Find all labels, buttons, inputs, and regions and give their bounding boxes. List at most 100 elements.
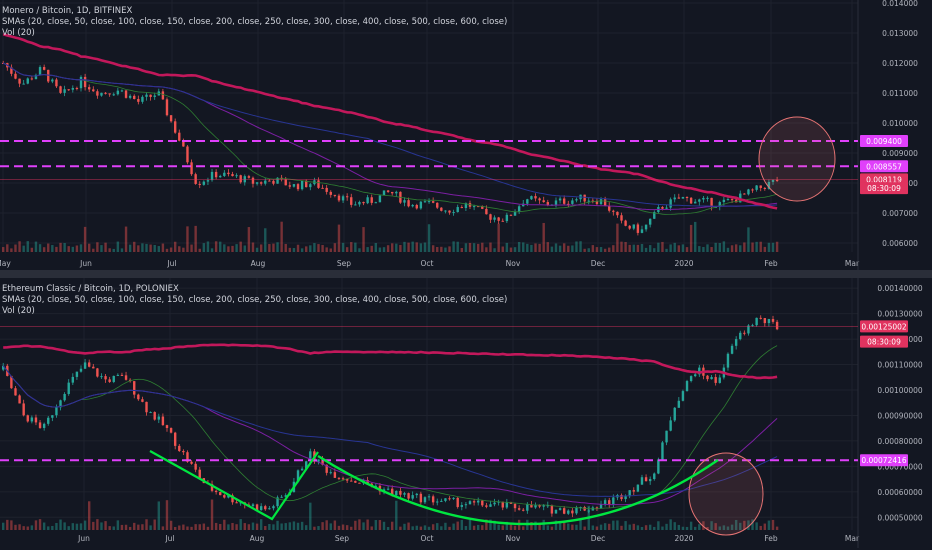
top-candle-body (743, 193, 746, 195)
top-candle-body (300, 180, 304, 190)
top-volume-bar (313, 243, 316, 252)
top-volume-bar (382, 247, 386, 252)
top-price-tag-label: 08:30:09 (867, 184, 901, 193)
bottom-volume-bar (386, 526, 390, 530)
bottom-volume-bar (317, 526, 320, 530)
top-volume-bar (251, 242, 255, 252)
bottom-candle-body (235, 502, 238, 504)
bottom-volume-bar (771, 519, 775, 530)
bottom-volume-bar (10, 520, 13, 530)
bottom-candle-body (534, 505, 537, 508)
top-candle-body (198, 183, 201, 185)
top-candle-body (165, 99, 169, 116)
bottom-volume-bar (431, 524, 435, 530)
bottom-candle-body (558, 508, 562, 510)
bottom-candle-body (661, 442, 664, 460)
top-volume-bar (632, 244, 635, 252)
top-volume-bar (534, 243, 537, 252)
top-candle-body (669, 199, 672, 208)
bottom-volume-bar (223, 519, 226, 530)
top-x-tick-label: Oct (421, 259, 434, 268)
bottom-volume-bar (440, 526, 443, 530)
top-volume-bar (292, 248, 296, 252)
top-volume-bar (149, 244, 152, 252)
bottom-volume-bar (161, 526, 165, 530)
top-candle-body (366, 197, 369, 204)
bottom-volume-bar (14, 524, 17, 530)
top-volume-bar (341, 242, 345, 252)
top-candle-body (595, 201, 599, 205)
top-volume-bar (112, 248, 115, 252)
bottom-candle-body (395, 490, 398, 496)
bottom-volume-bar (411, 526, 414, 530)
bottom-volume-bar (255, 523, 259, 530)
top-candle-body (202, 181, 206, 185)
top-volume-bar (497, 223, 500, 252)
charts-canvas[interactable]: 0.0060000.0070000.0080000.0090000.010000… (0, 0, 932, 550)
bottom-y-tick-label: 0.00100000 (877, 386, 923, 395)
bottom-candle-body (726, 353, 730, 368)
bottom-volume-bar (366, 519, 369, 530)
top-candle-body (395, 191, 398, 194)
top-candle-body (517, 206, 521, 212)
bottom-candle-body (161, 416, 165, 426)
bottom-volume-bar (153, 519, 156, 530)
bottom-candle-body (669, 420, 672, 431)
top-candle-body (530, 196, 533, 200)
bottom-volume-bar (71, 523, 75, 530)
top-volume-bar (182, 247, 185, 252)
bottom-volume-bar (309, 502, 312, 530)
top-candle-body (161, 91, 165, 100)
top-volume-bar (210, 248, 214, 252)
top-volume-bar (202, 243, 206, 252)
top-volume-bar (235, 244, 238, 252)
bottom-candle-body (763, 318, 767, 324)
bottom-candle-body (300, 468, 304, 471)
tradingview-layout: 0.0060000.0070000.0080000.0090000.010000… (0, 0, 932, 550)
bottom-candle-body (92, 366, 95, 369)
top-candle-body (759, 185, 762, 188)
top-volume-bar (751, 242, 754, 252)
top-volume-bar (321, 245, 324, 252)
bottom-candle-body (399, 490, 402, 495)
top-volume-bar (706, 244, 709, 252)
bottom-highlight-circle (688, 452, 764, 536)
top-volume-bar (538, 243, 541, 252)
top-volume-bar (763, 246, 767, 252)
bottom-volume-bar (648, 524, 652, 530)
top-candle-body (562, 198, 566, 204)
top-volume-bar (30, 247, 34, 252)
bottom-volume-bar (399, 526, 402, 530)
bottom-volume-bar (378, 520, 382, 530)
top-volume-bar (268, 244, 271, 252)
bottom-candle-body (481, 500, 484, 506)
bottom-volume-bar (759, 525, 762, 530)
bottom-candle-body (440, 500, 443, 502)
bottom-volume-bar (83, 520, 87, 530)
bottom-volume-bar (620, 525, 623, 530)
top-volume-bar (124, 226, 128, 252)
top-volume-bar (501, 246, 504, 252)
top-volume-bar (616, 223, 619, 252)
bottom-candle-body (157, 416, 160, 420)
bottom-candle-body (485, 505, 488, 507)
top-volume-bar (665, 248, 668, 252)
bottom-candle-body (407, 493, 410, 499)
bottom-volume-bar (419, 526, 423, 530)
top-volume-bar (517, 242, 521, 252)
bottom-candle-body (419, 493, 423, 503)
top-chart-sma-label: SMAs (20, close, 50, close, 100, close, … (2, 17, 508, 27)
bottom-candle-body (268, 508, 271, 510)
top-price-tag-label: 0.009400 (866, 137, 902, 146)
top-volume-bar (67, 246, 70, 252)
top-candle-body (79, 76, 83, 89)
bottom-price-tag-label: 08:30:09 (867, 338, 901, 347)
bottom-volume-bar (100, 522, 103, 530)
bottom-volume-bar (202, 523, 206, 530)
bottom-candle-body (108, 379, 111, 382)
bottom-candle-body (526, 504, 529, 511)
bottom-volume-bar (227, 524, 230, 530)
top-volume-bar (104, 242, 107, 252)
top-candle-body (186, 146, 189, 163)
bottom-volume-bar (6, 519, 9, 530)
